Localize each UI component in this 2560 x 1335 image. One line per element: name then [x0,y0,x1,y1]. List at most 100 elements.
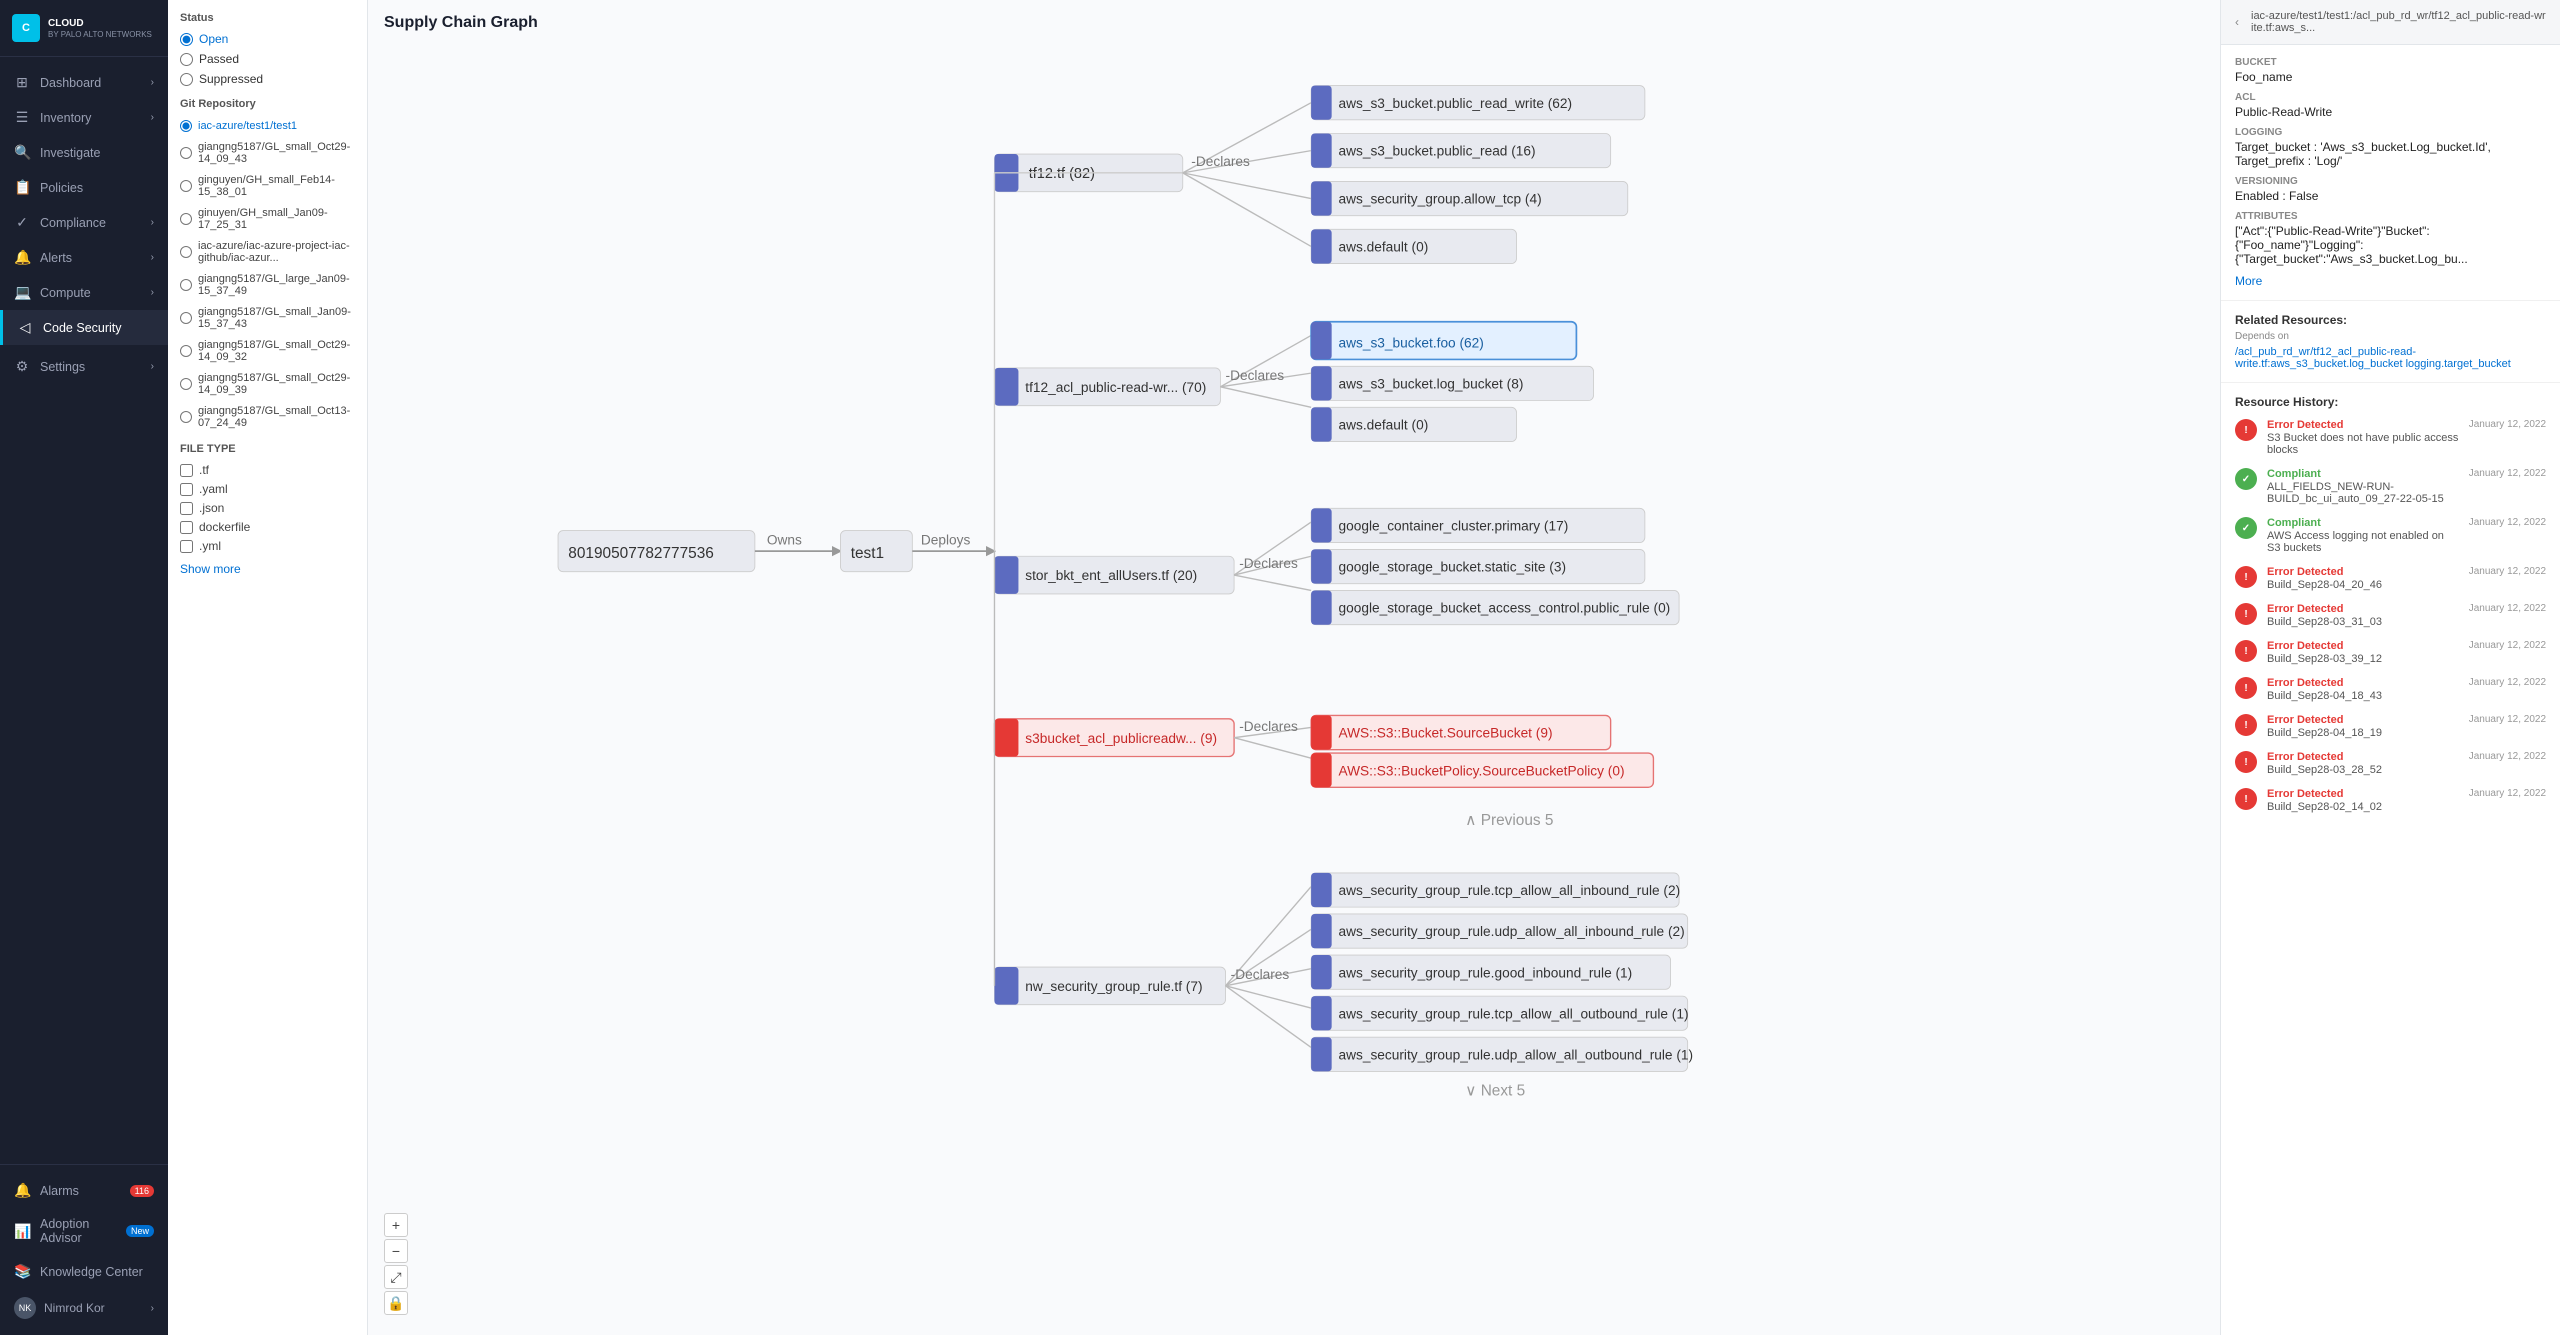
repo-label: giangng5187/GL_large_Jan09-15_37_49 [198,273,355,297]
chevron-icon: › [151,77,154,88]
repo-item-9[interactable]: giangng5187/GL_small_Oct13-07_24_49 [180,403,355,431]
repo-label: giangng5187/GL_small_Oct29-14_09_32 [198,339,355,363]
inventory-icon: ☰ [14,109,30,126]
repo-item-4[interactable]: iac-azure/iac-azure-project-iac-github/i… [180,238,355,266]
history-item: !Error DetectedBuild_Sep28-04_20_46Janua… [2235,566,2546,591]
repo-label: giangng5187/GL_small_Oct13-07_24_49 [198,405,355,429]
right-panel: ‹ iac-azure/test1/test1:/acl_pub_rd_wr/t… [2220,0,2560,1335]
compute-icon: 💻 [14,284,30,301]
history-desc: Build_Sep28-02_14_02 [2267,801,2459,813]
sidebar-item-dashboard[interactable]: ⊞ Dashboard › [0,65,168,100]
bucket-value: Foo_name [2235,70,2546,84]
svg-text:∨ Next 5: ∨ Next 5 [1465,1082,1525,1099]
history-status: Error Detected [2267,640,2459,652]
sidebar-item-compliance[interactable]: ✓ Compliance › [0,205,168,240]
history-content: Error DetectedBuild_Sep28-02_14_02 [2267,788,2459,813]
sidebar-item-label: Knowledge Center [40,1265,143,1279]
attributes-value: ["Act":{"Public-Read-Write"}"Bucket":{"F… [2235,224,2546,266]
status-suppressed[interactable]: Suppressed [180,72,355,86]
status-passed[interactable]: Passed [180,52,355,66]
svg-text:test1: test1 [851,545,884,562]
sidebar-item-alarms[interactable]: 🔔 Alarms 116 [0,1173,168,1208]
repo-item-2[interactable]: ginguyen/GH_small_Feb14-15_38_01 [180,172,355,200]
sidebar-item-settings[interactable]: ⚙ Settings › [0,349,168,384]
svg-text:aws_s3_bucket.foo (62): aws_s3_bucket.foo (62) [1339,335,1484,350]
repo-item-8[interactable]: giangng5187/GL_small_Oct29-14_09_39 [180,370,355,398]
history-item: !Error DetectedBuild_Sep28-03_28_52Janua… [2235,751,2546,776]
alarms-badge: 116 [130,1185,154,1197]
history-status: Error Detected [2267,603,2459,615]
new-badge: New [126,1225,154,1237]
svg-text:80190507782777536: 80190507782777536 [568,545,714,562]
sidebar-item-policies[interactable]: 📋 Policies [0,170,168,205]
depends-on-label: Depends on [2235,331,2546,342]
sidebar-item-inventory[interactable]: ☰ Inventory › [0,100,168,135]
filetype-tf[interactable]: .tf [180,463,355,477]
sidebar-item-adoption-advisor[interactable]: 📊 Adoption Advisor New [0,1208,168,1254]
svg-text:aws.default (0): aws.default (0) [1339,240,1429,255]
investigate-icon: 🔍 [14,144,30,161]
history-date: January 12, 2022 [2469,788,2546,799]
filetype-label: .json [199,501,224,515]
zoom-out-button[interactable]: − [384,1239,408,1263]
logo-icon: C [12,14,40,42]
chevron-icon: › [151,217,154,228]
svg-text:stor_bkt_ent_allUsers.tf (20): stor_bkt_ent_allUsers.tf (20) [1025,568,1197,583]
sidebar-item-code-security[interactable]: ◁ Code Security [0,310,168,345]
supply-chain-graph-svg[interactable]: 80190507782777536 Owns test1 Deploys tf1… [368,0,2220,1335]
sidebar-item-compute[interactable]: 💻 Compute › [0,275,168,310]
repo-item-0[interactable]: iac-azure/test1/test1 [180,118,355,134]
history-item: ✓CompliantALL_FIELDS_NEW-RUN-BUILD_bc_ui… [2235,468,2546,505]
filetype-json[interactable]: .json [180,501,355,515]
history-status: Error Detected [2267,419,2459,431]
logo-sub: BY PALO ALTO NETWORKS [48,30,152,39]
filetype-yml[interactable]: .yml [180,539,355,553]
collapse-button[interactable]: ‹ [2235,15,2239,29]
svg-text:s3bucket_acl_publicreadw... (9: s3bucket_acl_publicreadw... (9) [1025,731,1217,746]
history-desc: Build_Sep28-04_20_46 [2267,579,2459,591]
history-desc: Build_Sep28-03_28_52 [2267,764,2459,776]
history-item: !Error DetectedBuild_Sep28-02_14_02Janua… [2235,788,2546,813]
logging-value: Target_bucket : 'Aws_s3_bucket.Log_bucke… [2235,140,2546,168]
sidebar-item-label: Settings [40,360,85,374]
history-item: !Error DetectedBuild_Sep28-03_31_03Janua… [2235,603,2546,628]
sidebar-item-knowledge-center[interactable]: 📚 Knowledge Center [0,1254,168,1289]
repo-item-7[interactable]: giangng5187/GL_small_Oct29-14_09_32 [180,337,355,365]
svg-text:google_storage_bucket.static_s: google_storage_bucket.static_site (3) [1339,560,1567,575]
filetype-yaml[interactable]: .yaml [180,482,355,496]
user-row[interactable]: NK Nimrod Kor › [0,1289,168,1327]
error-icon: ! [2235,603,2257,625]
svg-text:aws_s3_bucket.public_read_writ: aws_s3_bucket.public_read_write (62) [1339,96,1573,111]
svg-text:AWS::S3::Bucket.SourceBucket: AWS::S3::Bucket.SourceBucket (9) [1339,726,1553,741]
sidebar: C CLOUD BY PALO ALTO NETWORKS ⊞ Dashboar… [0,0,168,1335]
sidebar-item-label: Investigate [40,146,100,160]
status-open[interactable]: Open [180,32,355,46]
show-more-link[interactable]: Show more [180,562,241,576]
history-status: Error Detected [2267,788,2459,800]
repo-item-3[interactable]: ginuyen/GH_small_Jan09-17_25_31 [180,205,355,233]
zoom-in-button[interactable]: + [384,1213,408,1237]
repo-item-1[interactable]: giangng5187/GL_small_Oct29-14_09_43 [180,139,355,167]
history-desc: Build_Sep28-03_31_03 [2267,616,2459,628]
history-date: January 12, 2022 [2469,714,2546,725]
zoom-lock-button[interactable]: 🔒 [384,1291,408,1315]
repo-label: giangng5187/GL_small_Oct29-14_09_39 [198,372,355,396]
status-suppressed-label: Suppressed [199,72,263,86]
filetype-dockerfile[interactable]: dockerfile [180,520,355,534]
repo-item-6[interactable]: giangng5187/GL_small_Jan09-15_37_43 [180,304,355,332]
more-link[interactable]: More [2235,274,2262,288]
svg-text:-Declares: -Declares [1231,967,1290,982]
username: Nimrod Kor [44,1301,105,1315]
graph-area[interactable]: Supply Chain Graph 80190507782777536 Own… [368,0,2220,1335]
zoom-fit-button[interactable]: ⤢ [384,1265,408,1289]
repo-item-5[interactable]: giangng5187/GL_large_Jan09-15_37_49 [180,271,355,299]
svg-text:tf12_acl_public-read-wr... (70: tf12_acl_public-read-wr... (70) [1025,380,1206,395]
file-type-section: .tf .yaml .json dockerfile .yml [180,463,355,553]
svg-text:aws_s3_bucket.public_read (16: aws_s3_bucket.public_read (16) [1339,144,1536,159]
svg-text:aws_security_group_rule.udp_al: aws_security_group_rule.udp_allow_all_in… [1339,924,1685,939]
sidebar-item-investigate[interactable]: 🔍 Investigate [0,135,168,170]
sidebar-item-alerts[interactable]: 🔔 Alerts › [0,240,168,275]
history-list: !Error DetectedS3 Bucket does not have p… [2235,419,2546,813]
history-status: Error Detected [2267,714,2459,726]
filetype-label: dockerfile [199,520,250,534]
